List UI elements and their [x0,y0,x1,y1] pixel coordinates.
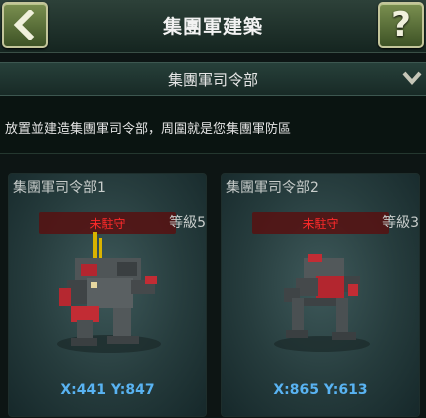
building-card-2[interactable]: 集團軍司令部2 未駐守 等級3 X:865 Y:613 [221,173,420,417]
level-label: 等級3 [382,215,419,231]
description-text: 放置並建造集團軍司令部，周圍就是您集團軍防區 [5,122,292,137]
chevron-down-icon[interactable] [402,71,422,85]
help-label: ? [391,5,411,45]
level-label: 等級5 [169,215,206,231]
help-button[interactable]: ? [378,2,424,48]
command-mech-icon [274,254,370,352]
header-bar: 集團軍建築 ? [0,0,426,53]
description-panel: 放置並建造集團軍司令部，周圍就是您集團軍防區 [0,96,426,154]
section-header[interactable]: 集團軍司令部 [0,62,426,96]
status-badge: 未駐守 [252,212,389,234]
card-title: 集團軍司令部1 [13,180,106,196]
status-label: 未駐守 [302,216,339,231]
command-mech-icon [57,232,161,353]
status-label: 未駐守 [89,216,126,231]
building-card-1[interactable]: 集團軍司令部1 未駐守 等級5 X:441 Y:847 [8,173,207,417]
status-badge: 未駐守 [39,212,176,234]
page-title: 集團軍建築 [162,16,263,38]
section-title: 集團軍司令部 [167,71,258,89]
coordinates[interactable]: X:441 Y:847 [9,382,206,398]
coordinates[interactable]: X:865 Y:613 [222,382,419,398]
card-title: 集團軍司令部2 [226,180,319,196]
